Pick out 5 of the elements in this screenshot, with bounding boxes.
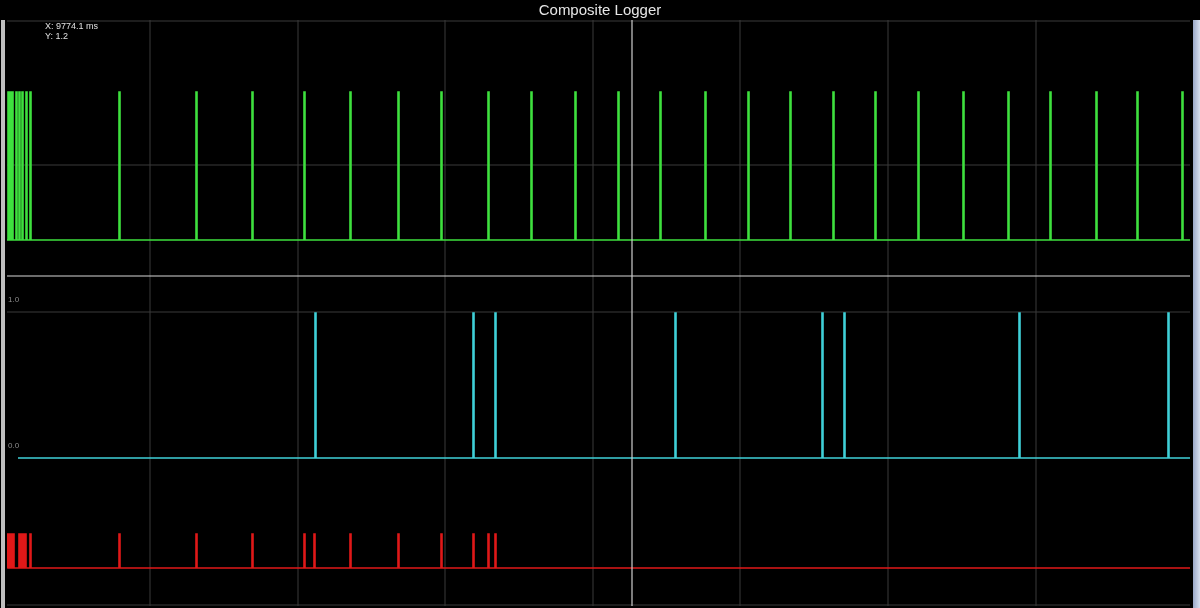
axis-tick-label: 1.0 [8,295,20,304]
cursor-y-readout: Y: 1.2 [45,31,70,41]
window-title: Composite Logger [538,0,662,20]
cursor-x-readout: X: 9774.1 ms [45,21,99,31]
axis-tick-label: 0.0 [8,441,20,450]
